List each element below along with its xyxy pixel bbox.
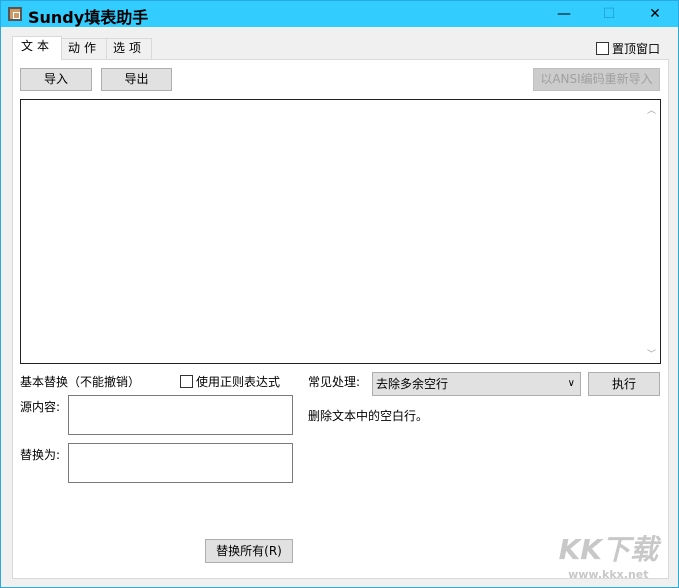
regex-label: 使用正则表达式 — [196, 375, 281, 389]
maximize-button[interactable]: ☐ — [586, 1, 632, 27]
scroll-up-icon[interactable]: ︿ — [643, 103, 660, 116]
watermark: KK下载 www.kkx.net — [559, 528, 658, 581]
import-button[interactable]: 导入 — [20, 68, 92, 91]
scroll-down-icon[interactable]: ﹀ — [643, 347, 660, 360]
common-description: 删除文本中的空白行。 — [308, 409, 429, 423]
common-label: 常见处理: — [308, 375, 361, 389]
topmost-checkbox[interactable]: 置顶窗口 — [596, 40, 660, 57]
text-editor[interactable]: ︿ ﹀ — [20, 99, 661, 364]
tab-options[interactable]: 选项 — [106, 38, 152, 59]
tab-actions[interactable]: 动作 — [61, 38, 107, 59]
topmost-label: 置顶窗口 — [612, 42, 661, 56]
app-window: Sundy填表助手 — ☐ ✕ 文本 动作 选项 置顶窗口 导入 导出 以ANS… — [0, 0, 679, 588]
target-label: 替换为: — [20, 448, 61, 462]
tab-text[interactable]: 文本 — [12, 36, 62, 60]
execute-button[interactable]: 执行 — [588, 372, 660, 396]
reimport-ansi-button[interactable]: 以ANSI编码重新导入 — [533, 68, 660, 91]
checkbox-box[interactable] — [180, 375, 193, 388]
editor-scrollbar[interactable]: ︿ ﹀ — [643, 100, 660, 363]
target-input[interactable] — [68, 443, 293, 483]
common-select-value: 去除多余空行 — [376, 377, 449, 391]
common-select[interactable]: 去除多余空行 ∨ — [372, 372, 581, 396]
source-input[interactable] — [68, 395, 293, 435]
source-label: 源内容: — [20, 400, 61, 414]
watermark-url: www.kkx.net — [568, 568, 649, 581]
close-button[interactable]: ✕ — [632, 1, 678, 27]
watermark-logo: KK下载 — [558, 533, 658, 566]
chevron-down-icon: ∨ — [567, 378, 575, 389]
checkbox-box[interactable] — [596, 42, 609, 55]
window-title: Sundy填表助手 — [28, 8, 149, 27]
app-icon — [8, 7, 22, 21]
export-button[interactable]: 导出 — [101, 68, 172, 91]
title-bar: Sundy填表助手 — ☐ ✕ — [1, 1, 678, 27]
minimize-button[interactable]: — — [541, 1, 587, 27]
regex-checkbox[interactable]: 使用正则表达式 — [180, 373, 280, 390]
replace-heading: 基本替换（不能撤销） — [20, 375, 141, 389]
replace-all-button[interactable]: 替换所有(R) — [205, 539, 293, 563]
